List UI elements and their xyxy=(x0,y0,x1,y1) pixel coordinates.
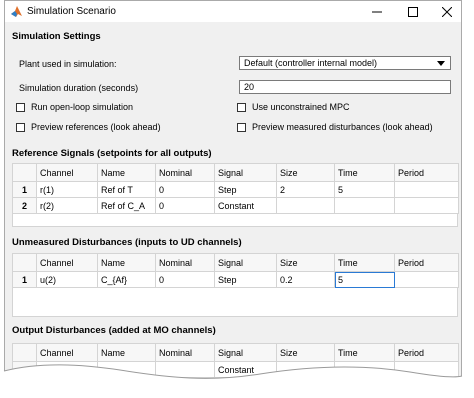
unmeasured-disturbances-heading: Unmeasured Disturbances (inputs to UD ch… xyxy=(12,237,242,248)
table-cell[interactable]: 0 xyxy=(155,271,215,288)
table-header-row: Channel Name Nominal Signal Size Time Pe… xyxy=(12,253,459,272)
matlab-app-icon xyxy=(11,6,22,17)
unmeasured-table: Channel Name Nominal Signal Size Time Pe… xyxy=(12,253,459,288)
table-header-row: Channel Name Nominal Signal Size Time Pe… xyxy=(12,163,459,182)
table-cell[interactable]: Ref of T xyxy=(97,181,156,198)
column-header[interactable]: Size xyxy=(276,163,335,182)
column-header[interactable]: Channel xyxy=(36,253,98,272)
table-cell[interactable]: C_{Af} xyxy=(97,271,156,288)
table-cell[interactable]: 5 xyxy=(334,181,395,198)
checkbox-box[interactable] xyxy=(237,122,246,132)
torn-edge-decoration xyxy=(0,364,474,398)
table-row: 1 u(2) C_{Af} 0 Step 0.2 5 xyxy=(12,271,459,288)
close-button[interactable] xyxy=(433,1,461,22)
close-icon xyxy=(442,6,452,17)
row-number: 2 xyxy=(12,197,37,214)
column-header[interactable]: Period xyxy=(394,253,459,272)
column-header[interactable]: Nominal xyxy=(155,253,215,272)
column-header[interactable]: Channel xyxy=(36,163,98,182)
column-header[interactable]: Nominal xyxy=(155,163,215,182)
minimize-icon xyxy=(372,11,382,12)
checkbox-box[interactable] xyxy=(237,102,246,112)
plant-select-value: Default (controller internal model) xyxy=(244,58,378,68)
minimize-button[interactable] xyxy=(363,1,391,22)
column-header[interactable]: Name xyxy=(97,253,156,272)
open-loop-checkbox[interactable]: Run open-loop simulation xyxy=(16,102,133,112)
table-cell[interactable] xyxy=(394,181,459,198)
column-header[interactable]: Time xyxy=(334,163,395,182)
reference-table: Channel Name Nominal Signal Size Time Pe… xyxy=(12,163,459,214)
simulation-settings-heading: Simulation Settings xyxy=(12,31,101,42)
column-header[interactable]: Period xyxy=(394,163,459,182)
output-disturbances-heading: Output Disturbances (added at MO channel… xyxy=(12,325,216,336)
table-cell[interactable]: Step xyxy=(214,181,277,198)
title-bar: Simulation Scenario xyxy=(5,1,461,22)
unconstrained-mpc-label: Use unconstrained MPC xyxy=(252,102,350,112)
row-number: 1 xyxy=(12,271,37,288)
column-header[interactable]: Time xyxy=(334,253,395,272)
maximize-button[interactable] xyxy=(399,1,427,22)
unconstrained-mpc-checkbox[interactable]: Use unconstrained MPC xyxy=(237,102,350,112)
table-cell[interactable]: u(2) xyxy=(36,271,98,288)
column-header[interactable]: Name xyxy=(97,163,156,182)
table-cell[interactable]: r(1) xyxy=(36,181,98,198)
table-row: 1 r(1) Ref of T 0 Step 2 5 xyxy=(12,181,459,198)
table-cell[interactable]: Constant xyxy=(214,197,277,214)
reference-signals-heading: Reference Signals (setpoints for all out… xyxy=(12,148,212,159)
checkbox-box[interactable] xyxy=(16,122,25,132)
table-cell[interactable] xyxy=(394,271,459,288)
maximize-icon xyxy=(408,6,418,17)
table-cell[interactable]: 0 xyxy=(155,197,215,214)
table-cell[interactable]: 0.2 xyxy=(276,271,335,288)
duration-value: 20 xyxy=(244,82,255,92)
table-cell[interactable]: r(2) xyxy=(36,197,98,214)
table-cell[interactable] xyxy=(334,197,395,214)
column-header[interactable] xyxy=(12,253,37,272)
preview-references-label: Preview references (look ahead) xyxy=(31,122,161,132)
table-row: 2 r(2) Ref of C_A 0 Constant xyxy=(12,197,459,214)
table-cell[interactable] xyxy=(276,197,335,214)
preview-references-checkbox[interactable]: Preview references (look ahead) xyxy=(16,122,161,132)
column-header[interactable] xyxy=(12,163,37,182)
duration-label: Simulation duration (seconds) xyxy=(19,83,139,93)
duration-input[interactable]: 20 xyxy=(239,80,451,94)
checkbox-box[interactable] xyxy=(16,102,25,112)
table-cell-selected[interactable]: 5 xyxy=(334,271,395,288)
dropdown-arrow-icon xyxy=(437,61,445,66)
column-header[interactable]: Size xyxy=(276,253,335,272)
table-cell[interactable]: Ref of C_A xyxy=(97,197,156,214)
table-cell[interactable]: 0 xyxy=(155,181,215,198)
table-cell[interactable]: Step xyxy=(214,271,277,288)
plant-select[interactable]: Default (controller internal model) xyxy=(239,56,451,70)
plant-label: Plant used in simulation: xyxy=(19,59,117,69)
preview-md-label: Preview measured disturbances (look ahea… xyxy=(252,122,433,132)
preview-md-checkbox[interactable]: Preview measured disturbances (look ahea… xyxy=(237,122,433,132)
column-header[interactable]: Signal xyxy=(214,163,277,182)
window-title: Simulation Scenario xyxy=(27,6,116,17)
table-cell[interactable] xyxy=(394,197,459,214)
simulation-scenario-window: Simulation Scenario Simulation Settings … xyxy=(4,0,462,394)
table-cell[interactable]: 2 xyxy=(276,181,335,198)
column-header[interactable]: Signal xyxy=(214,253,277,272)
open-loop-label: Run open-loop simulation xyxy=(31,102,134,112)
row-number: 1 xyxy=(12,181,37,198)
